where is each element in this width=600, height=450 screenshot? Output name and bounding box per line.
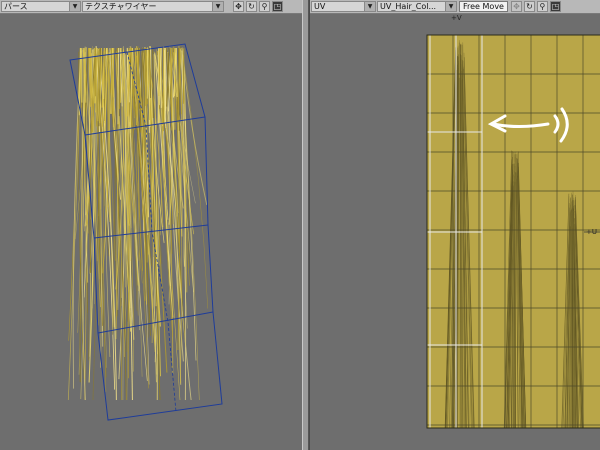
uv-canvas[interactable]: +V +U [310,0,600,450]
viewport-divider[interactable] [302,0,309,450]
perspective-viewport[interactable]: パース ▼ テクスチャワイヤー ▼ ✥ ↻ ⚲ ◳ [0,0,303,450]
uv-viewport[interactable]: UV ▼ UV_Hair_Col... ▼ Free Move ✥ ↻ ⚲ ◳ … [309,0,600,450]
hair-strand [182,47,185,104]
hair-mesh-canvas[interactable] [0,0,302,450]
hair-strand [158,47,160,97]
hair-strand [152,47,154,119]
axis-v-label: +V [451,14,462,22]
hair-strands [67,45,209,401]
